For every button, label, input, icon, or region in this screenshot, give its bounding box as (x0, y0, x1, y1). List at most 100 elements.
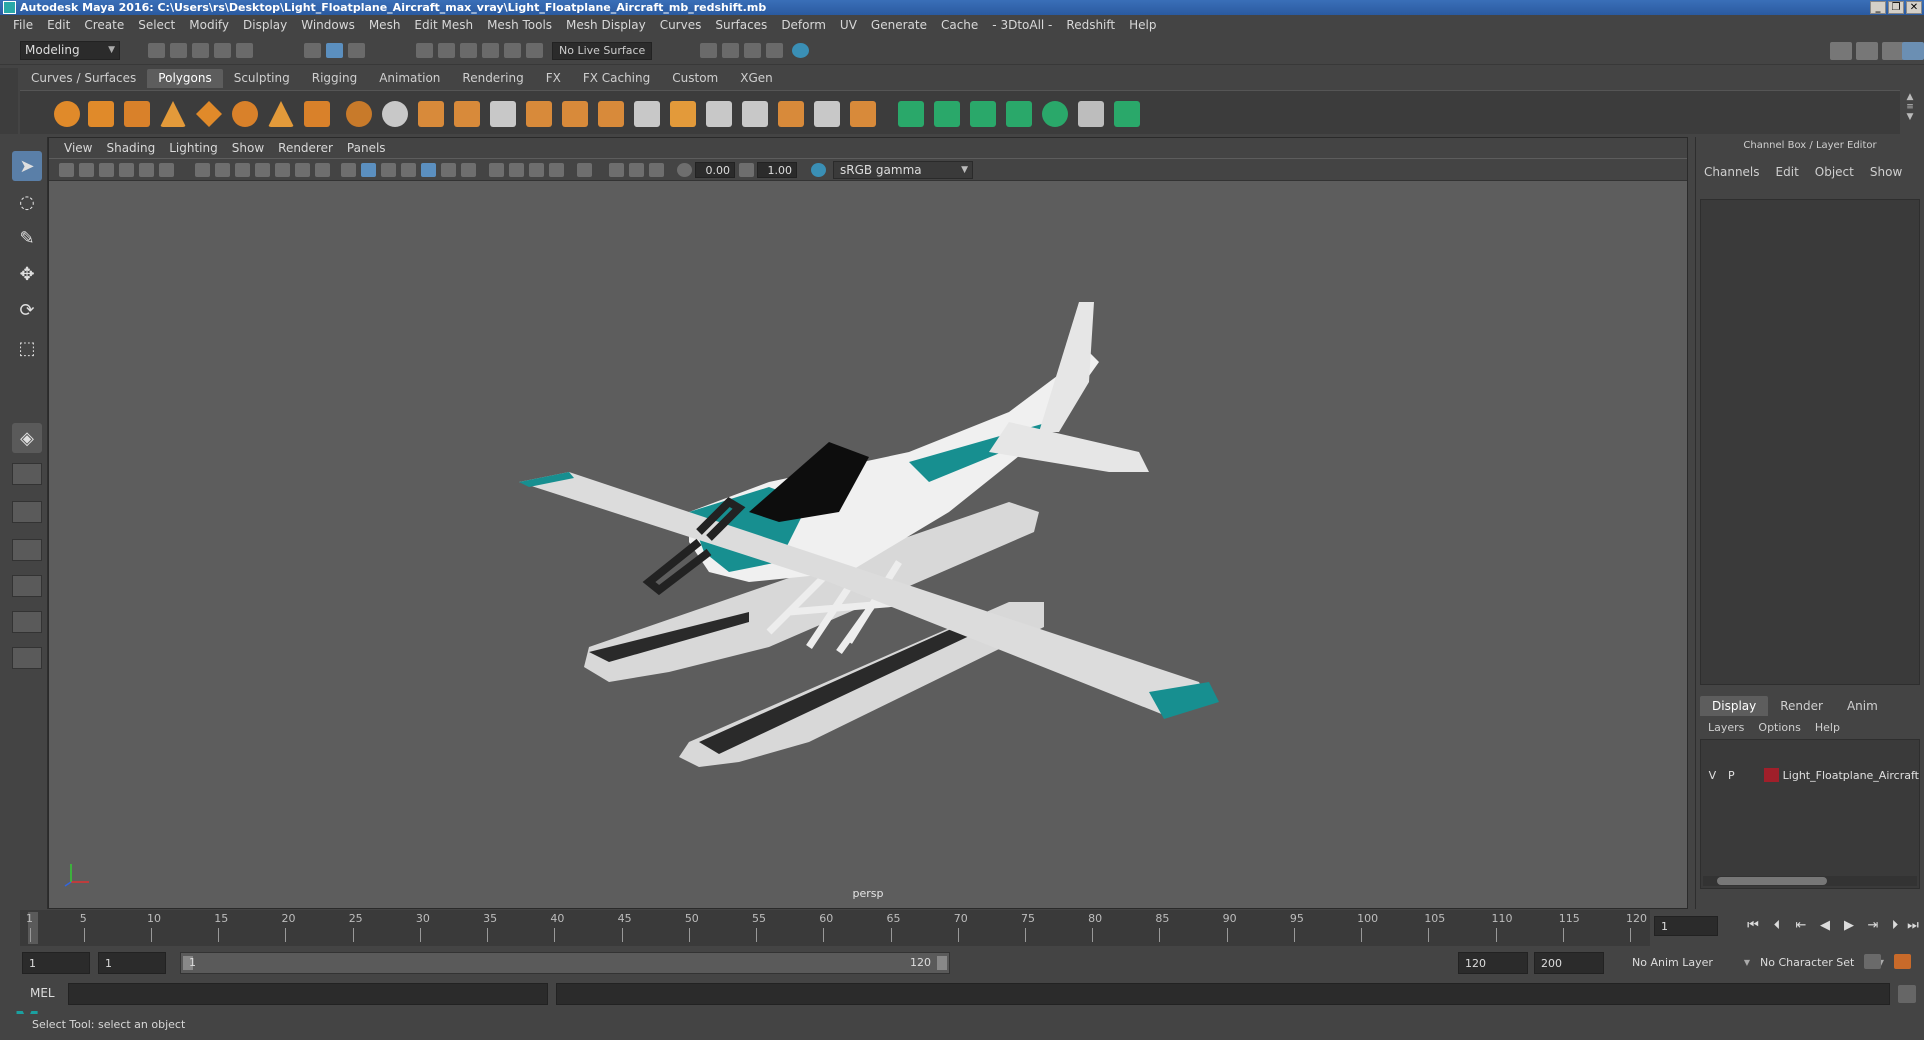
snap-curve-icon[interactable] (438, 43, 455, 58)
poly-pipe-icon[interactable] (304, 101, 330, 127)
persp-graph-layout-icon[interactable] (12, 539, 42, 561)
two-d-pan-zoom-icon[interactable] (139, 163, 154, 177)
new-scene-icon[interactable] (148, 43, 165, 58)
live-surface-field[interactable]: No Live Surface (552, 42, 652, 60)
append-polygon-icon[interactable] (670, 101, 696, 127)
menu-create[interactable]: Create (77, 18, 131, 32)
menu-set-dropdown[interactable]: Modeling (20, 41, 120, 60)
shelf-tab-polygons[interactable]: Polygons (147, 69, 223, 88)
extrude-icon[interactable] (562, 101, 588, 127)
xray-icon[interactable] (401, 163, 416, 177)
delete-edge-icon[interactable] (850, 101, 876, 127)
animation-start-field[interactable]: 1 (22, 952, 90, 974)
shadows-icon[interactable] (461, 163, 476, 177)
shelf-tab-fx-caching[interactable]: FX Caching (571, 69, 662, 88)
tool-settings-icon[interactable] (1882, 42, 1904, 60)
menu-edit[interactable]: Edit (40, 18, 77, 32)
wireframe-icon[interactable] (341, 163, 356, 177)
shelf-tab-custom[interactable]: Custom (661, 69, 730, 88)
smooth-shade-icon[interactable] (361, 163, 376, 177)
grid-toggle-icon[interactable] (195, 163, 210, 177)
backface-culling-icon[interactable] (649, 163, 664, 177)
select-hierarchy-icon[interactable] (304, 43, 321, 58)
persp-outliner-layout-icon[interactable] (12, 501, 42, 523)
undo-icon[interactable] (214, 43, 231, 58)
menu-edit-mesh[interactable]: Edit Mesh (407, 18, 480, 32)
uv-cut-sew-icon[interactable] (1114, 101, 1140, 127)
menu-file[interactable]: File (6, 18, 40, 32)
menu-modify[interactable]: Modify (182, 18, 236, 32)
safe-action-icon[interactable] (295, 163, 310, 177)
persp-hypershade-layout-icon[interactable] (12, 575, 42, 597)
menu-windows[interactable]: Windows (294, 18, 362, 32)
textured-icon[interactable] (421, 163, 436, 177)
select-tool-icon[interactable]: ➤ (12, 151, 42, 181)
snap-grid-icon[interactable] (416, 43, 433, 58)
render-settings-icon[interactable] (744, 43, 761, 58)
smooth-icon[interactable] (454, 101, 480, 127)
gamma-field[interactable]: 1.00 (757, 162, 797, 178)
character-set-dropdown[interactable]: No Character Set (1754, 952, 1884, 974)
lasso-tool-icon[interactable]: ◌ (12, 187, 42, 217)
animation-end-field[interactable]: 200 (1534, 952, 1604, 974)
layer-playback-toggle[interactable]: P (1722, 769, 1741, 782)
multi-cut-icon[interactable] (706, 101, 732, 127)
gate-mask-icon[interactable] (255, 163, 270, 177)
bevel-icon[interactable] (634, 101, 660, 127)
camera-select-icon[interactable] (59, 163, 74, 177)
camera-attributes-icon[interactable] (79, 163, 94, 177)
ipr-render-icon[interactable] (722, 43, 739, 58)
menu-uv[interactable]: UV (833, 18, 864, 32)
layer-name[interactable]: Light_Floatplane_Aircraft (1783, 769, 1919, 782)
automatic-mapping-icon[interactable] (1006, 101, 1032, 127)
menu-redshift[interactable]: Redshift (1059, 18, 1122, 32)
layer-menu-help[interactable]: Help (1815, 721, 1840, 734)
panel-menu-show[interactable]: Show (225, 141, 271, 155)
depth-of-field-icon[interactable] (549, 163, 564, 177)
poly-cube-icon[interactable] (88, 101, 114, 127)
anim-layer-dropdown[interactable]: No Anim Layer (1626, 952, 1750, 974)
layer-tab-anim[interactable]: Anim (1835, 696, 1890, 716)
checker-map-icon[interactable] (1078, 101, 1104, 127)
make-live-icon[interactable] (526, 43, 543, 58)
render-current-frame-icon[interactable] (700, 43, 717, 58)
layer-menu-layers[interactable]: Layers (1708, 721, 1744, 734)
layer-menu-options[interactable]: Options (1758, 721, 1800, 734)
channel-list[interactable] (1700, 199, 1920, 685)
open-scene-icon[interactable] (170, 43, 187, 58)
command-input[interactable] (68, 983, 548, 1005)
render-view-icon[interactable] (792, 43, 809, 58)
layer-tab-display[interactable]: Display (1700, 696, 1769, 716)
four-view-layout-icon[interactable] (12, 463, 42, 485)
bridge-icon[interactable] (598, 101, 624, 127)
exposure-icon[interactable] (677, 163, 692, 177)
minimize-button[interactable]: _ (1870, 1, 1886, 14)
cb-menu-show[interactable]: Show (1870, 165, 1902, 179)
play-forwards-icon[interactable]: ▶ (1840, 916, 1858, 936)
shelf-tab-rendering[interactable]: Rendering (451, 69, 535, 88)
scale-tool-icon[interactable]: ⬚ (12, 333, 42, 363)
poly-torus-icon[interactable] (232, 101, 258, 127)
step-back-key-icon[interactable]: ⇤ (1792, 916, 1810, 936)
snap-view-plane-icon[interactable] (504, 43, 521, 58)
step-forward-frame-icon[interactable]: ⏵ (1886, 916, 1904, 936)
shelf-side-handle[interactable] (0, 68, 18, 134)
bookmark-icon[interactable] (99, 163, 114, 177)
single-perspective-view-icon[interactable]: ◈ (12, 423, 42, 453)
range-slider-bar[interactable]: 1 120 (180, 952, 950, 974)
mirror-icon[interactable] (526, 101, 552, 127)
animation-preferences-icon[interactable] (1894, 954, 1911, 969)
panel-menu-lighting[interactable]: Lighting (162, 141, 225, 155)
poly-cylinder-icon[interactable] (124, 101, 150, 127)
menu-generate[interactable]: Generate (864, 18, 934, 32)
menu-surfaces[interactable]: Surfaces (708, 18, 774, 32)
step-forward-key-icon[interactable]: ⇥ (1864, 916, 1882, 936)
go-to-end-icon[interactable]: ⏭ (1904, 916, 1922, 936)
isolate-select-icon[interactable] (577, 163, 592, 177)
poly-pyramid-icon[interactable] (268, 101, 294, 127)
target-weld-icon[interactable] (778, 101, 804, 127)
anti-aliasing-icon[interactable] (529, 163, 544, 177)
step-back-frame-icon[interactable]: ⏴ (1768, 916, 1786, 936)
script-language-label[interactable]: MEL (30, 986, 55, 1000)
paint-select-tool-icon[interactable]: ✎ (12, 223, 42, 253)
